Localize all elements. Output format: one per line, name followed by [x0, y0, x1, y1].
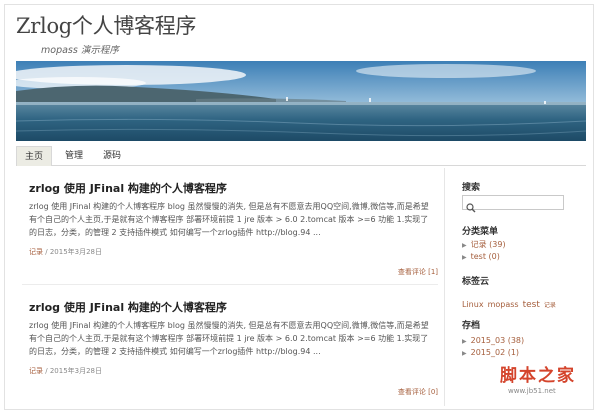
tag-link[interactable]: test — [523, 300, 540, 310]
triangle-right-icon: ▶ — [462, 338, 467, 345]
post-date: 2015年3月28日 — [49, 248, 103, 256]
post-category-link[interactable]: 记录 — [29, 248, 43, 256]
sidebar-divider — [444, 168, 445, 406]
watermark-text: 脚本之家 — [500, 366, 576, 386]
tag-cloud: Linux mopass test 记录 — [462, 292, 560, 311]
list-item[interactable]: ▶ test (0) — [462, 251, 506, 263]
post-divider — [22, 284, 438, 285]
category-link[interactable]: test (0) — [471, 252, 500, 261]
post-category-link[interactable]: 记录 — [29, 367, 43, 375]
archive-heading: 存档 — [462, 321, 481, 331]
post-excerpt: zrlog 使用 JFinal 构建的个人博客程序 blog 虽然慢慢的消失, … — [29, 321, 429, 356]
tag-link[interactable]: Linux — [462, 300, 484, 309]
triangle-right-icon: ▶ — [462, 254, 467, 261]
archive-link[interactable]: 2015_02 (1) — [471, 348, 519, 357]
archive-list: ▶ 2015_03 (38) ▶ 2015_02 (1) — [462, 335, 524, 359]
nav-item-admin[interactable]: 管理 — [58, 146, 90, 166]
list-item[interactable]: ▶ 2015_02 (1) — [462, 347, 524, 359]
triangle-right-icon: ▶ — [462, 242, 467, 249]
post-meta: 记录 / 2015年3月28日 — [29, 248, 103, 256]
post-meta: 记录 / 2015年3月28日 — [29, 367, 103, 375]
site-title[interactable]: Zrlog个人博客程序 — [16, 10, 196, 40]
category-list: ▶ 记录 (39) ▶ test (0) — [462, 239, 506, 263]
search-input[interactable] — [462, 195, 564, 213]
category-link[interactable]: 记录 (39) — [471, 240, 506, 249]
post-excerpt: zrlog 使用 JFinal 构建的个人博客程序 blog 虽然慢慢的消失, … — [29, 202, 429, 237]
archive-link[interactable]: 2015_03 (38) — [471, 336, 525, 345]
header-banner-image — [16, 61, 586, 141]
search-heading: 搜索 — [462, 183, 481, 193]
tag-cloud-heading: 标签云 — [462, 277, 490, 287]
nav-item-home[interactable]: 主页 — [16, 146, 52, 166]
tag-link[interactable]: 记录 — [544, 302, 556, 309]
list-item[interactable]: ▶ 记录 (39) — [462, 239, 506, 251]
watermark-url: www.jb51.net — [508, 387, 556, 395]
nav-item-source[interactable]: 源码 — [96, 146, 128, 166]
watermark-logo: 脚本之家 www.jb51.net — [478, 361, 590, 407]
site-description: mopass 演示程序 — [41, 45, 119, 56]
post-title[interactable]: zrlog 使用 JFinal 构建的个人博客程序 — [29, 299, 227, 315]
post-date: 2015年3月28日 — [49, 367, 103, 375]
view-comments-link[interactable]: 查看评论 [0] — [398, 387, 438, 397]
post-title[interactable]: zrlog 使用 JFinal 构建的个人博客程序 — [29, 180, 227, 196]
main-nav: 主页 管理 源码 — [16, 146, 586, 166]
list-item[interactable]: ▶ 2015_03 (38) — [462, 335, 524, 347]
search-icon — [466, 198, 476, 217]
triangle-right-icon: ▶ — [462, 350, 467, 357]
view-comments-link[interactable]: 查看评论 [1] — [398, 267, 438, 277]
categories-heading: 分类菜单 — [462, 227, 499, 237]
tag-link[interactable]: mopass — [488, 300, 519, 309]
post-list: zrlog 使用 JFinal 构建的个人博客程序 zrlog 使用 JFina… — [16, 168, 444, 404]
